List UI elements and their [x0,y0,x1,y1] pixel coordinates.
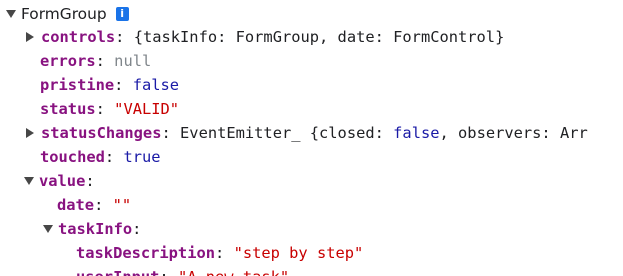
colon: : [114,76,124,94]
date-row: date : "" [57,194,131,216]
property-key: status [40,100,96,118]
property-key: errors [40,52,96,70]
taskinfo-row[interactable]: taskInfo : [43,218,141,240]
triangle-down-icon[interactable] [24,177,34,185]
property-value: null [105,50,151,72]
devtools-object-inspector: FormGroup i controls : {taskInfo: FormGr… [0,0,623,276]
property-key: touched [40,148,105,166]
property-key: pristine [40,76,115,94]
colon: : [115,28,125,46]
property-value: true [114,146,160,168]
value-row[interactable]: value : [24,170,95,192]
root-class-name: FormGroup [21,5,107,23]
property-value: "step by step" [224,242,364,264]
boolean-value: false [132,76,180,94]
formgroup-root-row[interactable]: FormGroup i [6,3,129,25]
property-key: taskDescription [76,244,215,262]
colon: : [104,148,115,166]
string-value: "" [112,196,132,214]
string-value: "VALID" [114,100,180,118]
taskdescription-row: taskDescription : "step by step" [76,242,363,264]
property-key: statusChanges [41,124,162,142]
colon: : [94,196,104,214]
colon: : [159,266,168,276]
property-value: "" [103,194,132,216]
controls-row[interactable]: controls : {taskInfo: FormGroup, date: F… [26,26,504,48]
boolean-value: true [123,148,161,166]
string-value: "step by step" [233,244,364,262]
statuschanges-row[interactable]: statusChanges : EventEmitter_ {closed: f… [26,122,588,144]
property-value: "A new task" [169,266,289,276]
closed-boolean-value: false [393,124,440,142]
pristine-row: pristine : false [40,74,179,96]
errors-row: errors : null [40,50,151,72]
triangle-down-icon[interactable] [43,225,53,233]
eventemitter-preview-suffix: , observers: Arr [439,124,588,142]
status-row: status : "VALID" [40,98,179,120]
property-value: EventEmitter_ {closed: false, observers:… [171,122,588,144]
colon: : [95,52,105,70]
triangle-right-icon[interactable] [26,128,34,138]
property-value: false [123,74,179,96]
triangle-down-icon[interactable] [6,10,16,18]
property-key: date [57,196,95,214]
property-key: taskInfo [58,220,133,238]
null-value: null [114,52,152,70]
colon: : [85,172,95,190]
info-icon[interactable]: i [115,7,129,21]
touched-row: touched : true [40,146,161,168]
property-value: "VALID" [105,98,179,120]
userinput-row: userInput : "A new task" [76,266,289,276]
eventemitter-preview-prefix: EventEmitter_ {closed: [180,124,394,142]
colon: : [161,124,171,142]
property-key: value [39,172,86,190]
property-key: controls [41,28,116,46]
triangle-right-icon[interactable] [26,32,34,42]
property-value: {taskInfo: FormGroup, date: FormControl} [124,26,505,48]
colon: : [215,244,225,262]
colon: : [95,100,105,118]
controls-preview: {taskInfo: FormGroup, date: FormControl} [133,28,505,46]
string-value: "A new task" [178,268,289,276]
colon: : [132,220,142,238]
property-key: userInput [76,266,159,276]
